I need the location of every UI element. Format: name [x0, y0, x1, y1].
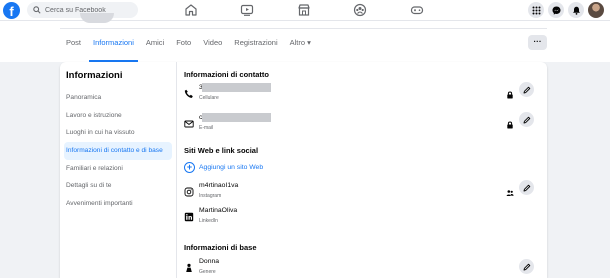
tab-foto[interactable]: Foto: [170, 29, 197, 62]
lock-icon: [506, 116, 514, 129]
phone-icon: [184, 86, 194, 98]
gender-row: Donna Genere: [184, 258, 540, 278]
tab-amici[interactable]: Amici: [140, 29, 170, 62]
about-content: Informazioni di contatto 3 Cellulare c E…: [184, 62, 546, 278]
about-card: Informazioni Panoramica Lavoro e istruzi…: [60, 62, 547, 278]
mail-icon: [184, 116, 194, 128]
more-options-button[interactable]: ···: [528, 35, 547, 50]
gender-label: Genere: [199, 269, 216, 275]
notifications-icon[interactable]: [568, 2, 584, 18]
gaming-icon[interactable]: [410, 3, 424, 17]
profile-picture[interactable]: [80, 13, 114, 23]
linkedin-value[interactable]: MartinaOliva: [199, 207, 237, 214]
lock-icon: [506, 86, 514, 99]
messenger-icon[interactable]: [548, 2, 564, 18]
pencil-icon: [523, 86, 530, 93]
friends-audience-icon: [506, 184, 514, 196]
redacted-phone: [202, 83, 271, 92]
tab-video[interactable]: Video: [197, 29, 228, 62]
profile-tabs: Post Informazioni Amici Foto Video Regis…: [60, 29, 317, 62]
about-sidebar: Informazioni Panoramica Lavoro e istruzi…: [60, 62, 177, 278]
redacted-email: [202, 113, 271, 122]
tab-post[interactable]: Post: [60, 29, 87, 62]
edit-gender-button[interactable]: [519, 259, 534, 274]
logo-letter: f: [9, 4, 14, 19]
instagram-row: m4rtinaoI1va Instagram: [184, 180, 540, 206]
gender-icon: [184, 260, 194, 272]
gender-value: Donna: [199, 258, 220, 265]
pencil-icon: [523, 263, 530, 270]
sidebar-item-contatto[interactable]: Informazioni di contatto e di base: [64, 142, 172, 160]
marketplace-icon[interactable]: [297, 3, 311, 17]
sidebar-item-dettagli[interactable]: Dettagli su di te: [64, 177, 172, 195]
account-avatar[interactable]: [588, 2, 604, 18]
sidebar-item-familiari[interactable]: Familiari e relazioni: [64, 160, 172, 178]
tab-informazioni[interactable]: Informazioni: [87, 29, 140, 62]
search-icon: [33, 6, 41, 14]
sidebar-item-luoghi[interactable]: Luoghi in cui ha vissuto: [64, 124, 172, 142]
contact-email-row: c E-mail: [184, 112, 540, 138]
add-website-label: Aggiungi un sito Web: [199, 164, 264, 171]
watch-icon[interactable]: [240, 3, 254, 17]
tab-altro[interactable]: Altro ▾: [284, 29, 317, 62]
linkedin-row: MartinaOliva LinkedIn: [184, 207, 540, 231]
sidebar-item-lavoro[interactable]: Lavoro e istruzione: [64, 107, 172, 125]
sidebar-item-panoramica[interactable]: Panoramica: [64, 89, 172, 107]
email-label: E-mail: [199, 125, 214, 131]
instagram-icon: [184, 184, 194, 197]
section-title-contatto: Informazioni di contatto: [184, 70, 269, 79]
sidebar-item-avvenimenti[interactable]: Avvenimenti importanti: [64, 195, 172, 213]
profile-header: Post Informazioni Amici Foto Video Regis…: [0, 13, 610, 62]
pencil-icon: [523, 184, 530, 191]
sidebar-title: Informazioni: [66, 70, 123, 81]
linkedin-icon: [184, 209, 194, 222]
groups-icon[interactable]: [353, 3, 367, 17]
plus-icon: +: [184, 162, 195, 173]
menu-grid-icon[interactable]: [528, 2, 544, 18]
pencil-icon: [523, 116, 530, 123]
phone-label: Cellulare: [199, 95, 219, 101]
edit-email-button[interactable]: [519, 112, 534, 127]
tab-registrazioni[interactable]: Registrazioni: [228, 29, 283, 62]
edit-phone-button[interactable]: [519, 82, 534, 97]
instagram-value[interactable]: m4rtinaoI1va: [199, 182, 238, 189]
contact-phone-row: 3 Cellulare: [184, 82, 540, 108]
edit-instagram-button[interactable]: [519, 180, 534, 195]
facebook-logo[interactable]: f: [3, 2, 20, 19]
home-icon[interactable]: [184, 3, 198, 17]
instagram-label: Instagram: [199, 193, 222, 199]
section-title-informazioni-base: Informazioni di base: [184, 243, 257, 252]
section-title-siti-web: Siti Web e link social: [184, 146, 259, 155]
add-website-link[interactable]: + Aggiungi un sito Web: [184, 162, 304, 174]
linkedin-label: LinkedIn: [199, 218, 218, 224]
